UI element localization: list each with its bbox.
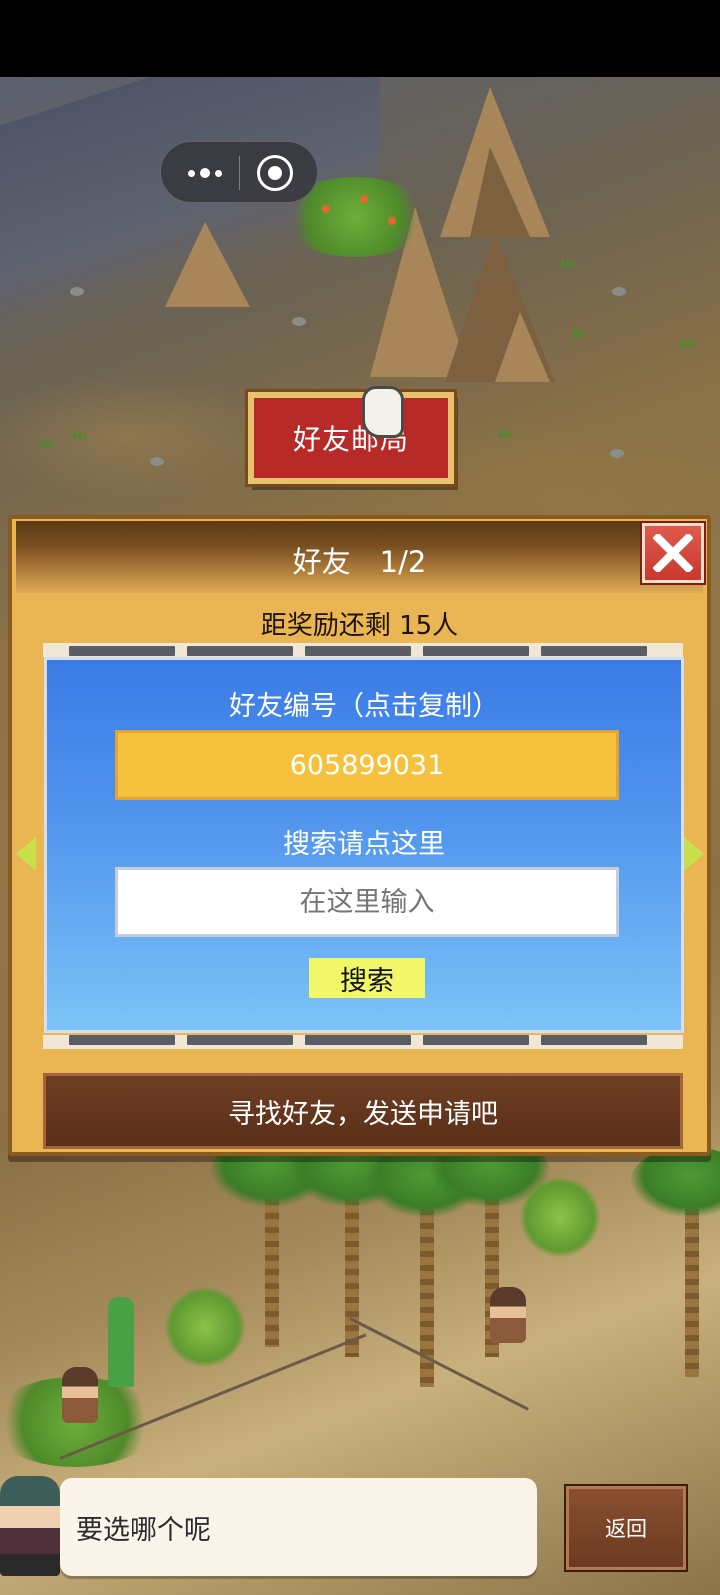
slot-strip-top — [43, 643, 683, 657]
friend-id-label: 好友编号（点击复制） — [229, 691, 499, 722]
rock — [612, 287, 626, 296]
capsule-divider — [239, 156, 240, 190]
rock — [150, 457, 164, 466]
flower — [388, 217, 396, 225]
reward-remaining-text: 距奖励还剩 15人 — [260, 611, 459, 641]
mountain — [495, 312, 550, 382]
right-arrow-icon[interactable] — [684, 837, 704, 871]
villager-character[interactable] — [62, 1367, 98, 1423]
assistant-avatar — [0, 1476, 60, 1576]
friends-panel: 好友 1/2 距奖励还剩 15人 好友编号（点击复制） 605899031 搜索… — [8, 515, 711, 1156]
close-x-icon — [653, 534, 693, 572]
villager-character[interactable] — [490, 1287, 526, 1343]
close-button[interactable] — [642, 523, 704, 583]
grass-tuft — [572, 327, 586, 337]
target-circle-icon[interactable] — [257, 155, 293, 191]
find-friends-button[interactable]: 寻找好友，发送申请吧 — [43, 1073, 683, 1149]
friend-id-copy-button[interactable]: 605899031 — [115, 730, 619, 800]
bush — [520, 1177, 600, 1257]
more-dots-icon[interactable] — [177, 158, 233, 188]
dialog-bubble: 要选哪个呢 — [60, 1478, 537, 1576]
post-office-sign[interactable]: 好友邮局 — [248, 392, 454, 484]
bush — [165, 1287, 245, 1367]
friend-search-box: 好友编号（点击复制） 605899031 搜索请点这里 搜索 — [44, 657, 684, 1033]
dialog-text: 要选哪个呢 — [76, 1514, 211, 1546]
cactus — [108, 1297, 134, 1387]
flower — [322, 205, 330, 213]
left-arrow-icon[interactable] — [16, 837, 36, 871]
search-button[interactable]: 搜索 — [309, 958, 425, 998]
grass-tuft — [680, 337, 694, 347]
mountain — [165, 222, 250, 307]
mountain — [470, 147, 530, 237]
panel-title: 好友 1/2 — [292, 545, 427, 579]
status-bar — [0, 0, 720, 77]
grass-tuft — [40, 437, 54, 447]
flower — [360, 195, 368, 203]
grass-tuft — [498, 427, 512, 437]
rock — [292, 317, 306, 326]
grass-tuft — [560, 257, 574, 267]
panel-header: 好友 1/2 — [16, 521, 703, 593]
slot-strip-bottom — [43, 1035, 683, 1049]
pointer-hand-icon — [362, 386, 404, 438]
search-label: 搜索请点这里 — [283, 829, 445, 860]
back-button[interactable]: 返回 — [566, 1486, 686, 1570]
friend-search-input[interactable] — [115, 867, 619, 937]
miniapp-capsule — [160, 141, 318, 203]
rock — [70, 287, 84, 296]
grass-tuft — [72, 429, 86, 439]
rock — [610, 449, 624, 458]
